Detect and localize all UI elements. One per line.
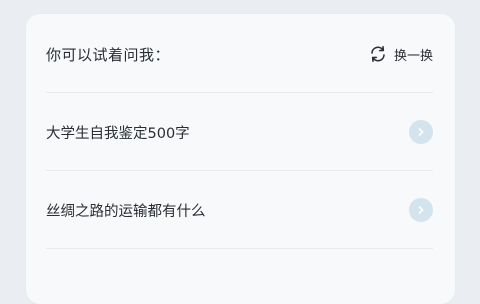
chevron-right-icon [409,198,433,222]
chevron-right-icon [409,120,433,144]
card-title: 你可以试着问我： [46,45,171,64]
refresh-label: 换一换 [393,48,433,64]
refresh-icon [368,44,388,64]
divider [46,92,433,93]
suggestion-text: 丝绸之路的运输都有什么 [46,203,206,220]
refresh-button[interactable]: 换一换 [368,44,433,64]
card-header: 你可以试着问我： 换一换 [46,44,433,64]
suggestion-text: 大学生自我鉴定500字 [46,125,190,142]
divider [46,248,433,249]
suggestion-card: 你可以试着问我： 换一换 大学生自我鉴定500字 丝绸之路的运输都有什么 [26,14,455,304]
suggestion-item[interactable]: 大学生自我鉴定500字 [46,116,433,148]
divider [46,170,433,171]
suggestion-item[interactable]: 丝绸之路的运输都有什么 [46,194,433,226]
